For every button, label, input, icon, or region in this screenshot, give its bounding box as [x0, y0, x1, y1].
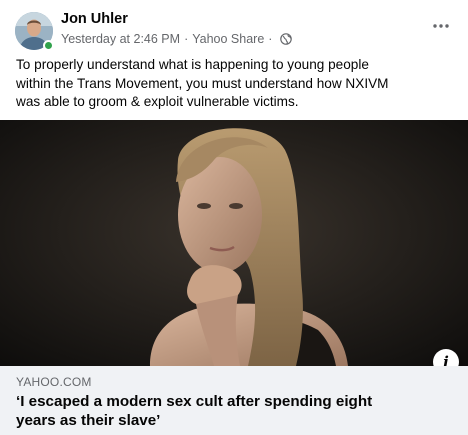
post-meta: Yesterday at 2:46 PM · Yahoo Share ·	[61, 32, 293, 46]
post-text-line: To properly understand what is happening…	[16, 57, 369, 72]
post-header: Jon Uhler Yesterday at 2:46 PM · Yahoo S…	[0, 0, 468, 56]
link-domain: YAHOO.COM	[16, 375, 92, 389]
more-options-button[interactable]	[428, 16, 454, 36]
post-timestamp[interactable]: Yesterday at 2:46 PM	[61, 32, 180, 46]
portrait-photo	[0, 120, 468, 366]
globe-icon[interactable]	[280, 33, 293, 45]
link-title[interactable]: ‘I escaped a modern sex cult after spend…	[16, 392, 456, 430]
online-status-dot	[43, 40, 54, 51]
meta-separator-2: ·	[268, 32, 273, 46]
author-avatar[interactable]	[15, 12, 54, 51]
link-title-line: years as their slave’	[16, 412, 161, 429]
meta-separator: ·	[184, 32, 189, 46]
facebook-post: Jon Uhler Yesterday at 2:46 PM · Yahoo S…	[0, 0, 468, 435]
post-source[interactable]: Yahoo Share	[192, 32, 264, 46]
post-text-line: was able to groom & exploit vulnerable v…	[16, 94, 299, 109]
link-preview-image[interactable]	[0, 120, 468, 366]
link-preview[interactable]: YAHOO.COM ‘I escaped a modern sex cult a…	[0, 366, 468, 435]
post-text-line: within the Trans Movement, you must unde…	[16, 75, 389, 91]
post-text: To properly understand what is happening…	[16, 56, 456, 112]
link-title-line: ‘I escaped a modern sex cult after spend…	[16, 393, 373, 410]
author-name[interactable]: Jon Uhler	[61, 11, 128, 27]
more-options-icon	[433, 24, 449, 28]
